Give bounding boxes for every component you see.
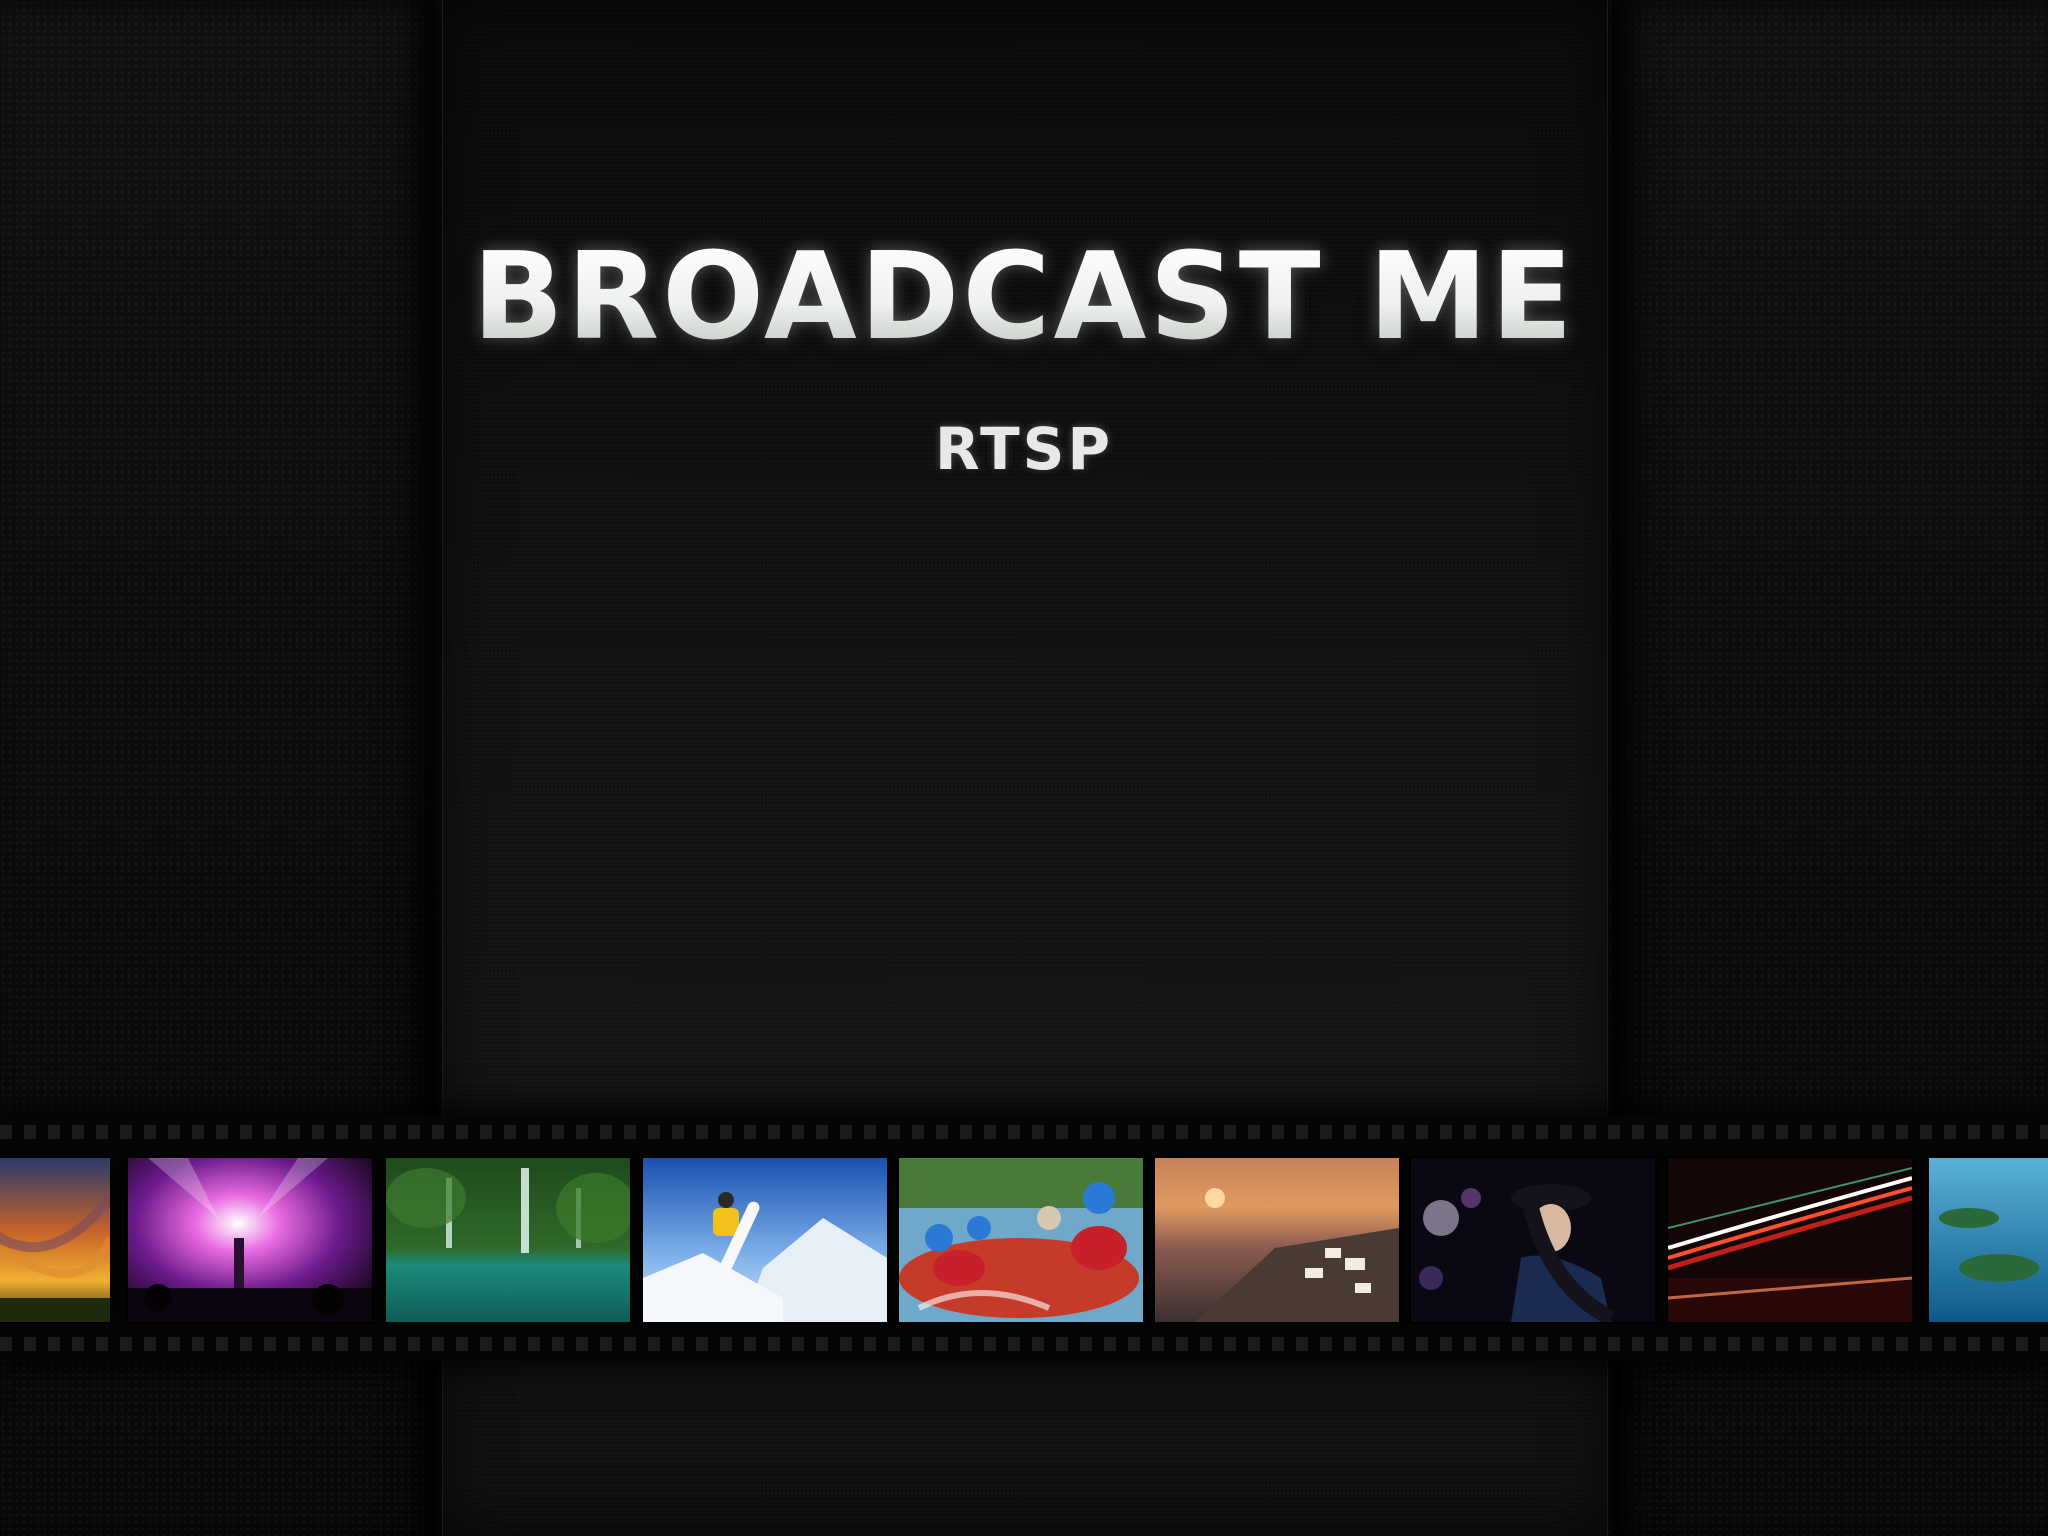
film-frame-city-lights: [1668, 1158, 1912, 1322]
film-frame-snowboarder: [643, 1158, 887, 1322]
filmstrip: [0, 1116, 2048, 1360]
coastal-sunset-village-photo: [1155, 1158, 1399, 1322]
concert-stage-photo: [128, 1158, 372, 1322]
waterfall-lagoon-photo: [386, 1158, 630, 1322]
film-frame-concert: [128, 1158, 372, 1322]
woman-in-hat-bokeh-photo: [1411, 1158, 1655, 1322]
film-frame-sunset: [0, 1158, 110, 1322]
filmstrip-top-perforations: [0, 1125, 2048, 1139]
filmstrip-bottom-perforations: [0, 1337, 2048, 1351]
film-frame-portrait: [1411, 1158, 1655, 1322]
app-title: BROADCAST ME: [0, 238, 2048, 358]
film-frame-coast: [1155, 1158, 1399, 1322]
sunset-sky-photo: [0, 1158, 110, 1322]
snowboarder-photo: [643, 1158, 887, 1322]
film-frame-islands: [1929, 1158, 2048, 1322]
app-subtitle: RTSP: [935, 415, 1113, 483]
tropical-islands-aerial-photo: [1929, 1158, 2048, 1322]
splash-screen: BROADCAST ME RTSP: [0, 0, 2048, 1536]
city-light-trails-photo: [1668, 1158, 1912, 1322]
film-frame-waterfall: [386, 1158, 630, 1322]
film-frame-rafting: [899, 1158, 1143, 1322]
river-rafting-photo: [899, 1158, 1143, 1322]
